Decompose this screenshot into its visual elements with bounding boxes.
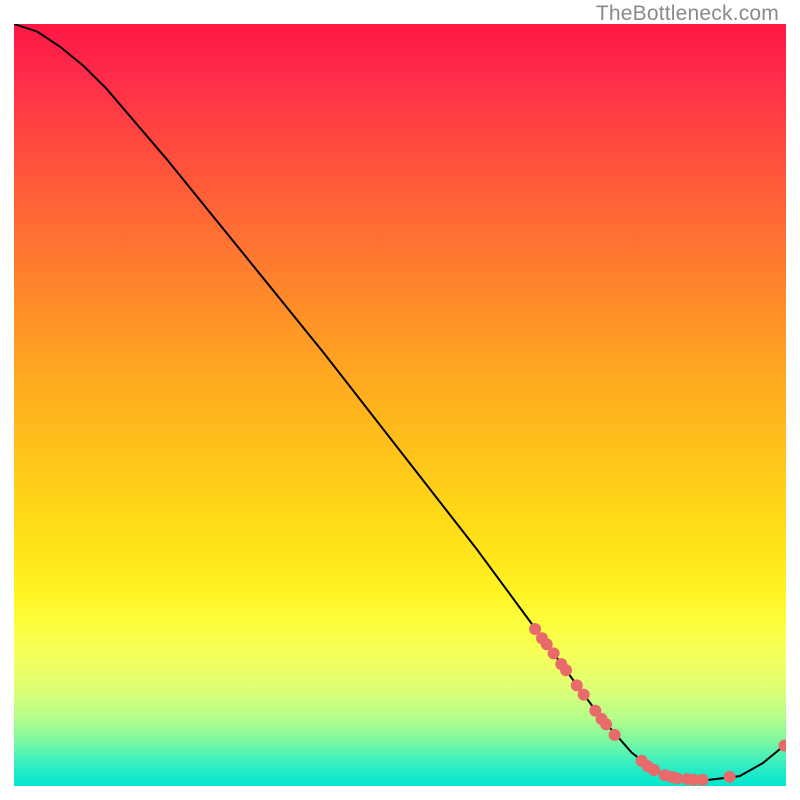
bottleneck-chart bbox=[14, 24, 786, 786]
data-point bbox=[548, 647, 560, 659]
bottleneck-curve bbox=[14, 24, 786, 780]
data-point bbox=[724, 771, 736, 783]
chart-overlay-svg bbox=[14, 24, 786, 786]
data-point bbox=[609, 729, 621, 741]
data-point bbox=[600, 718, 612, 730]
data-point bbox=[560, 664, 572, 676]
data-points-group bbox=[529, 623, 786, 786]
attribution-text: TheBottleneck.com bbox=[596, 2, 779, 26]
data-point bbox=[578, 689, 590, 701]
data-point bbox=[648, 764, 660, 776]
data-point bbox=[697, 774, 709, 786]
